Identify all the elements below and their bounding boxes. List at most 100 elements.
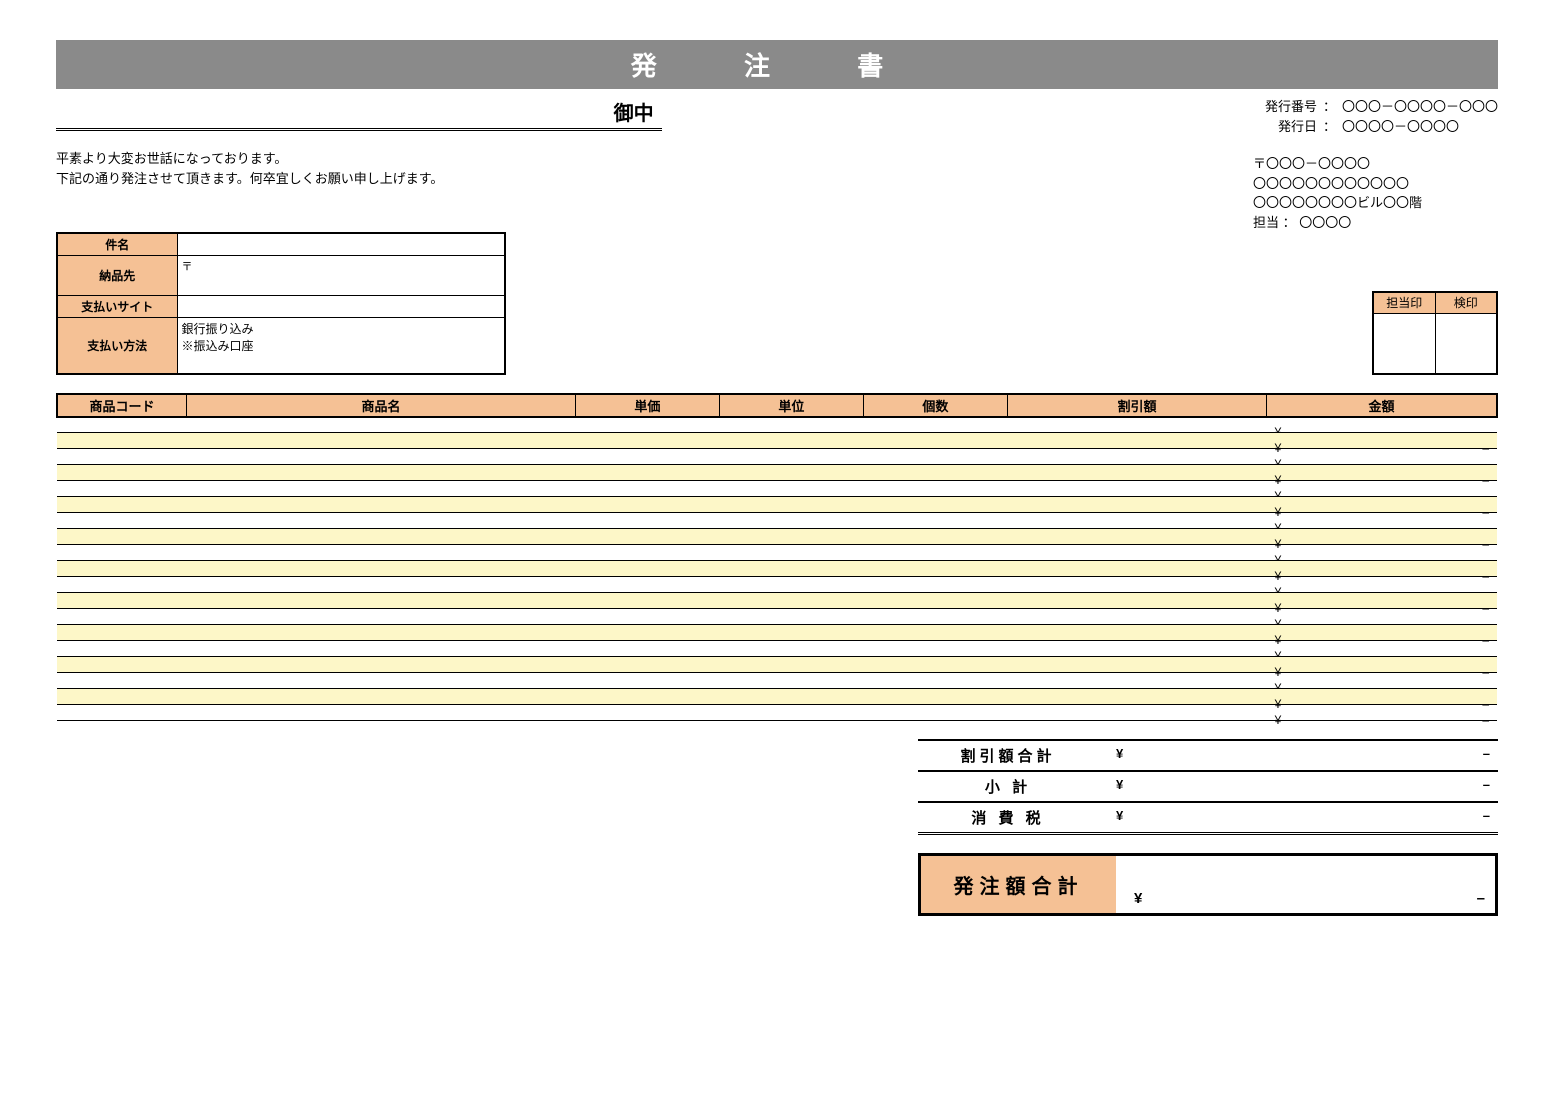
item-cell [575,561,719,577]
item-cell [719,529,863,545]
item-cell [575,641,719,657]
item-row: ¥– [57,529,1497,545]
item-cell [187,561,576,577]
item-cell [719,705,863,721]
item-cell [1007,705,1266,721]
item-cell [719,433,863,449]
dash-symbol: – [1482,713,1489,727]
item-cell [719,577,863,593]
item-cell [57,561,187,577]
item-cell [187,449,576,465]
summary-subtotal-row: 小 計 ¥ – [918,772,1498,803]
document-title: 発 注 書 [56,40,1498,89]
item-cell [1007,529,1266,545]
item-cell [719,593,863,609]
item-cell [57,625,187,641]
payment-method-value: 銀行振り込み ※振込み口座 [177,318,505,374]
item-cell: ¥– [1267,625,1497,641]
stamp-seal1-box [1373,314,1435,374]
item-row: ¥– [57,433,1497,449]
item-cell [1007,577,1266,593]
item-cell [575,433,719,449]
stamp-table: 担当印 検印 [1372,291,1498,375]
item-cell [863,465,1007,481]
item-cell [57,641,187,657]
item-cell [575,609,719,625]
item-cell [187,465,576,481]
item-cell [575,705,719,721]
item-row: ¥– [57,449,1497,465]
item-row: ¥– [57,657,1497,673]
item-row: ¥– [57,577,1497,593]
item-cell [57,593,187,609]
line-items-table: 商品コード 商品名 単価 単位 個数 割引額 金額 ¥–¥–¥–¥–¥–¥–¥–… [56,393,1498,722]
summary-block: 割引額合計 ¥ – 小 計 ¥ – 消 費 税 ¥ – 発注額合計 ¥ – [918,739,1498,916]
item-cell [187,641,576,657]
col-header-amount: 金額 [1267,394,1497,417]
sender-contact-name: 〇〇〇〇 [1299,215,1351,230]
item-cell [719,465,863,481]
item-cell [863,577,1007,593]
item-cell [575,657,719,673]
item-cell [719,497,863,513]
item-cell [863,593,1007,609]
summary-subtotal-label: 小 計 [918,776,1098,797]
issue-date-value: 〇〇〇〇－〇〇〇〇 [1342,117,1459,137]
item-cell [719,657,863,673]
item-cell [719,561,863,577]
item-cell [1007,625,1266,641]
item-cell: ¥– [1267,657,1497,673]
item-cell [719,545,863,561]
item-row: ¥– [57,673,1497,689]
item-cell [1007,673,1266,689]
item-cell [1007,465,1266,481]
sender-line2: 〇〇〇〇〇〇〇〇〇〇〇〇 [1253,174,1498,194]
item-cell [1007,417,1266,433]
item-cell [719,449,863,465]
item-cell [863,705,1007,721]
summary-discount-row: 割引額合計 ¥ – [918,739,1498,772]
item-cell: ¥– [1267,593,1497,609]
payment-method-label: 支払い方法 [57,318,177,374]
item-cell: ¥– [1267,689,1497,705]
grand-total-row: 発注額合計 ¥ – [918,853,1498,916]
item-cell [719,641,863,657]
item-row: ¥– [57,641,1497,657]
item-cell [187,705,576,721]
item-cell [57,433,187,449]
dash-symbol: – [1483,808,1490,823]
item-cell [863,481,1007,497]
item-cell [863,609,1007,625]
item-cell [57,481,187,497]
subject-value [177,233,505,256]
item-cell [1007,657,1266,673]
item-cell [863,673,1007,689]
col-header-code: 商品コード [57,394,187,417]
item-cell [863,497,1007,513]
item-cell: ¥– [1267,705,1497,721]
item-cell [1007,481,1266,497]
order-info-table: 件名 納品先 〒 支払いサイト 支払い方法 銀行振り込み ※振込み口座 [56,232,506,375]
recipient-suffix: 御中 [614,103,654,125]
item-cell: ¥– [1267,433,1497,449]
item-row: ¥– [57,417,1497,433]
summary-tax-row: 消 費 税 ¥ – [918,803,1498,835]
issue-info: 発行番号 ： 〇〇〇－〇〇〇〇－〇〇〇 発行日 ： 〇〇〇〇－〇〇〇〇 [1253,97,1498,136]
recipient-line: 御中 [56,97,662,131]
sender-contact-label: 担当 ： [1253,215,1296,230]
item-cell: ¥– [1267,529,1497,545]
issue-date-label: 発行日 [1253,117,1317,137]
delivery-label: 納品先 [57,256,177,296]
item-cell [1007,641,1266,657]
item-cell: ¥– [1267,481,1497,497]
item-cell [1007,561,1266,577]
item-cell: ¥– [1267,545,1497,561]
issue-number-label: 発行番号 [1253,97,1317,117]
item-cell [187,689,576,705]
col-header-discount: 割引額 [1007,394,1266,417]
item-row: ¥– [57,625,1497,641]
item-row: ¥– [57,705,1497,721]
item-cell [719,417,863,433]
item-cell [187,513,576,529]
item-cell [57,657,187,673]
